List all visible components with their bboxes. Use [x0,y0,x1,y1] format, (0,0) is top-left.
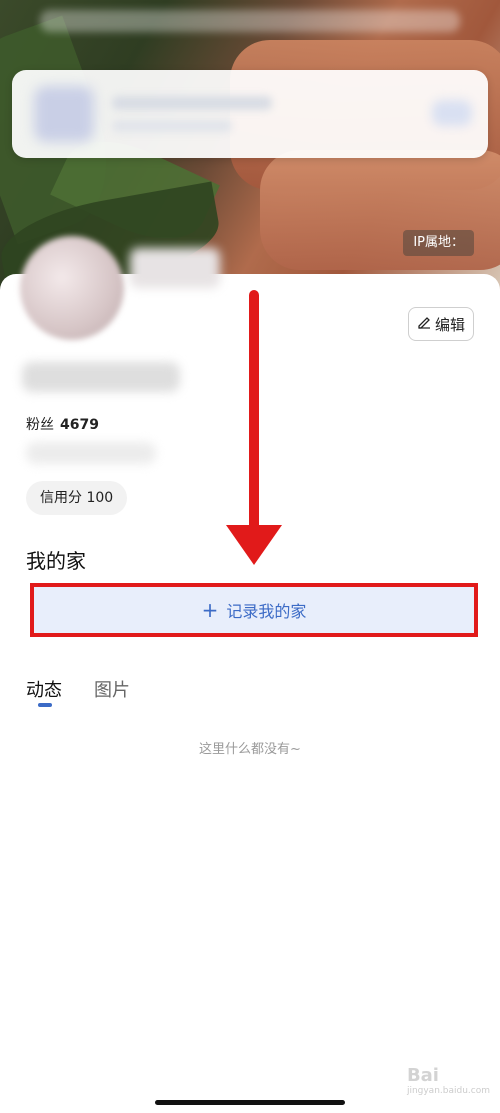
content-tabs: 动态 图片 [26,676,130,702]
edit-profile-button[interactable]: 编辑 [408,307,474,341]
blurred-thumbnail [34,86,94,142]
blurred-text [112,96,272,110]
annotation-arrow-shaft [249,290,259,540]
blurred-text [112,120,232,132]
status-bar-blur [40,10,460,32]
fans-label: 粉丝 [26,417,54,433]
tab-images[interactable]: 图片 [94,676,130,702]
annotation-arrow-head [226,525,282,565]
tab-posts[interactable]: 动态 [26,676,62,702]
watermark-logo: Bai jingyan.baidu.com [407,1065,490,1096]
edit-label: 编辑 [434,315,465,334]
fans-number: 4679 [60,417,99,433]
blurred-bio [26,442,156,464]
blurred-button [432,100,472,126]
empty-state-text: 这里什么都没有~ [199,742,301,757]
home-indicator-bar[interactable] [155,1100,345,1105]
my-home-title: 我的家 [26,549,86,573]
top-info-card[interactable] [12,70,488,158]
annotation-highlight-box [30,583,478,637]
avatar[interactable] [20,236,124,340]
pencil-icon [417,315,431,333]
ip-location-badge: IP属地： [403,230,474,256]
credit-score-badge[interactable]: 信用分 100 [26,481,128,515]
watermark-brand: Bai [406,1065,439,1086]
blurred-username [130,248,220,288]
blurred-nickname [22,362,180,392]
watermark-site: jingyan.baidu.com [406,1086,490,1096]
active-tab-indicator [38,703,52,707]
fans-count[interactable]: 粉丝 4679 [26,414,99,434]
